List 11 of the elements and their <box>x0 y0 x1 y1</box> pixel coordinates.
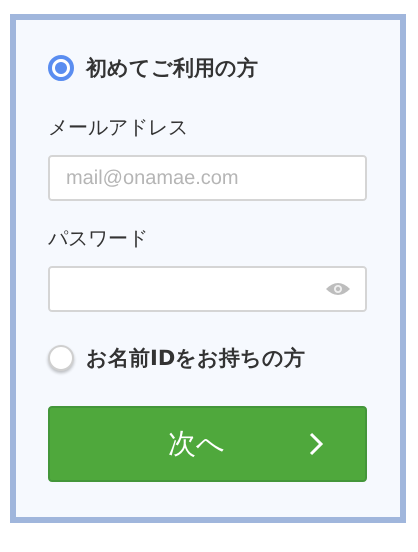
radio-button[interactable] <box>48 55 74 81</box>
email-field[interactable]: mail@onamae.com <box>48 155 367 201</box>
field-label: メールアドレス <box>48 114 189 141</box>
radio-button[interactable] <box>48 345 74 371</box>
chevron-right-icon <box>309 432 323 456</box>
option-label: お名前IDをお持ちの方 <box>86 345 306 372</box>
field-label: パスワード <box>48 225 149 252</box>
eye-icon[interactable] <box>325 281 351 297</box>
option-label: 初めてご利用の方 <box>86 55 258 82</box>
password-field[interactable] <box>48 266 367 312</box>
next-button[interactable]: 次へ <box>48 406 367 482</box>
